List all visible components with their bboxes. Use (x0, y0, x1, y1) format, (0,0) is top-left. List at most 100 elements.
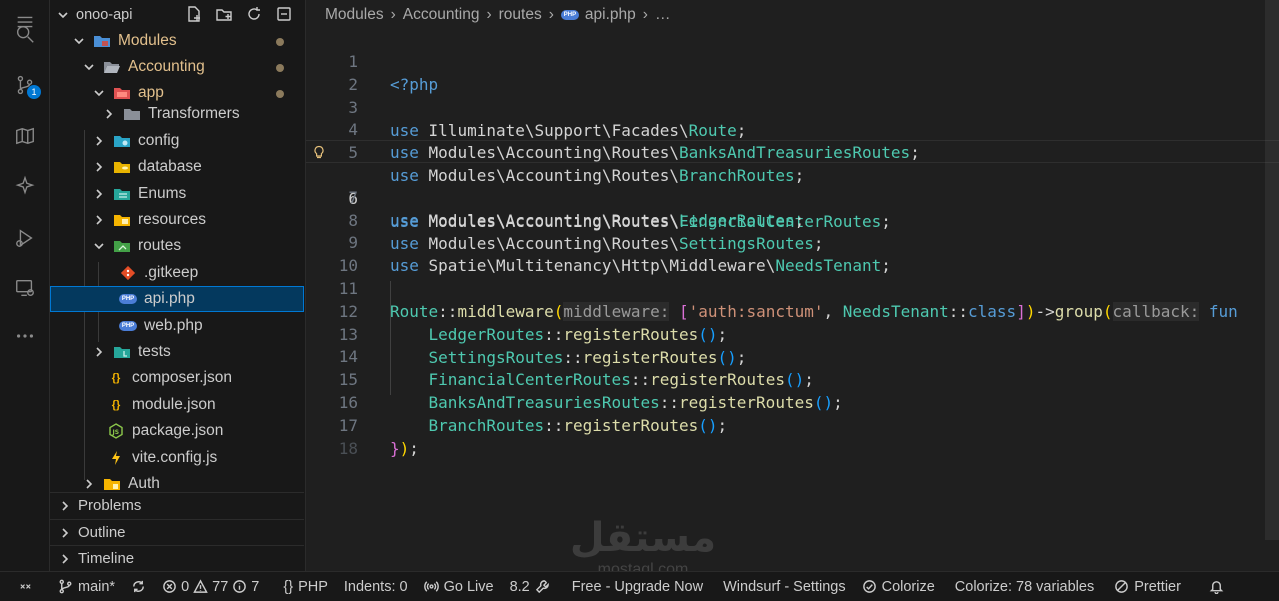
new-folder-icon[interactable] (213, 4, 235, 24)
problems-status[interactable]: 0 77 7 (154, 572, 267, 601)
map-icon[interactable] (13, 124, 37, 148)
new-file-icon[interactable] (183, 4, 205, 24)
tree-item-web-php[interactable]: PHP web.php (50, 313, 304, 339)
tree-item-vite-config[interactable]: vite.config.js (50, 445, 304, 471)
sparkle-icon[interactable] (13, 174, 37, 198)
tree-item-label: resources (138, 211, 207, 228)
chevron-right-icon: › (548, 6, 554, 23)
outline-panel-header[interactable]: Outline (50, 519, 304, 545)
panel-label: Outline (78, 524, 126, 541)
code-line: 11 Route::middleware(middleware: ['auth:… (306, 254, 1279, 321)
breadcrumb-item[interactable]: routes (499, 6, 542, 24)
remote-icon (19, 584, 31, 589)
tree-item-modules[interactable]: Modules (50, 28, 304, 54)
tree-item-label: web.php (144, 317, 203, 334)
lightbulb-icon[interactable] (312, 145, 326, 159)
tree-item-label: composer.json (132, 369, 232, 386)
bell-icon (1209, 581, 1224, 594)
chevron-right-icon (58, 526, 72, 540)
info-icon (233, 580, 247, 593)
tree-item-label: Auth (128, 475, 160, 492)
colorize-toggle[interactable]: Colorize (854, 572, 943, 601)
tree-item-enums[interactable]: Enums (50, 181, 304, 207)
scrollbar-thumb[interactable] (1265, 0, 1279, 540)
chevron-right-icon (102, 107, 116, 121)
tree-item-label: config (138, 132, 180, 149)
chevron-right-icon (92, 345, 106, 359)
remote-indicator[interactable] (0, 572, 50, 601)
upgrade-link[interactable]: Free - Upgrade Now (564, 572, 711, 601)
code-line: 12 LedgerRoutes::registerRoutes(); (306, 277, 1279, 344)
tree-item-config[interactable]: config (50, 128, 304, 154)
breadcrumb-item[interactable]: api.php (585, 6, 636, 24)
tree-item-routes[interactable]: routes (50, 233, 304, 259)
tree-item-label: Modules (118, 32, 177, 49)
code-line: 15 BanksAndTreasuriesRoutes::registerRou… (306, 345, 1279, 412)
chevron-right-icon (92, 134, 106, 148)
git-icon (118, 265, 138, 281)
tree-item-database[interactable]: database (50, 154, 304, 180)
explorer-sidebar: onoo-api Modules Accounting app Transfor… (50, 0, 306, 571)
more-icon[interactable] (13, 324, 37, 348)
tree-item-label: tests (138, 343, 171, 360)
code-line: 16 BranchRoutes::registerRoutes(); (306, 368, 1279, 435)
problems-panel-header[interactable]: Problems (50, 492, 304, 518)
refresh-icon[interactable] (243, 4, 265, 24)
warning-icon (193, 579, 208, 593)
svg-text:JS: JS (112, 429, 120, 436)
chevron-right-icon (92, 160, 106, 174)
sync-button[interactable] (123, 572, 154, 601)
windsurf-settings[interactable]: Windsurf - Settings (715, 572, 854, 601)
go-live-button[interactable]: Go Live (416, 572, 502, 601)
tree-item-tests[interactable]: tests (50, 339, 304, 365)
colorize-variables[interactable]: Colorize: 78 variables (947, 572, 1102, 601)
breadcrumb-item[interactable]: … (655, 6, 671, 24)
chevron-right-icon (58, 552, 72, 566)
folder-open-icon (102, 59, 122, 75)
vertical-scrollbar[interactable] (1265, 0, 1279, 571)
resources-folder-icon (112, 212, 132, 228)
code-line: 8 use Modules\Accounting\Routes\Settings… (306, 186, 1279, 253)
indentation-status[interactable]: Indents: 0 (336, 572, 416, 601)
notifications-button[interactable] (1201, 572, 1232, 601)
watermark-url: mostaql.com (597, 561, 689, 571)
tree-item-resources[interactable]: resources (50, 207, 304, 233)
tree-item-label: module.json (132, 396, 216, 413)
line-number: 18 (338, 439, 358, 458)
folder-icon (122, 106, 142, 122)
php-version[interactable]: 8.2 (502, 572, 558, 601)
code-line: 9 use Spatie\Multitenancy\Http\Middlewar… (306, 208, 1279, 275)
tree-item-accounting[interactable]: Accounting (50, 54, 304, 80)
language-mode[interactable]: {} PHP (275, 572, 336, 601)
breadcrumb-item[interactable]: Accounting (403, 6, 480, 24)
code-editor[interactable]: Modules › Accounting › routes › PHP api.… (306, 0, 1279, 571)
branch-name: main* (78, 578, 116, 595)
tree-item-api-php[interactable]: PHP api.php (50, 286, 304, 312)
code-line: 4 use Modules\Accounting\Routes\BanksAnd… (306, 95, 1279, 162)
tree-item-composer-json[interactable]: {} composer.json (50, 365, 304, 391)
panel-label: Timeline (78, 550, 135, 567)
tree-item-gitkeep[interactable]: .gitkeep (50, 260, 304, 286)
php-file-icon: PHP (118, 291, 138, 307)
run-debug-icon[interactable] (13, 226, 37, 250)
tree-item-package-json[interactable]: JS package.json (50, 418, 304, 444)
error-count: 0 (181, 578, 190, 595)
collapse-all-icon[interactable] (273, 4, 295, 24)
broadcast-icon (423, 581, 439, 592)
branch-status[interactable]: main* (50, 572, 123, 601)
code-line: 7 use Modules\Accounting\Routes\LedgerRo… (306, 163, 1279, 230)
source-control-icon[interactable]: 1 (13, 73, 41, 99)
prettier-status[interactable]: Prettier (1106, 572, 1189, 601)
tree-item-transformers[interactable]: Transformers (50, 101, 304, 127)
tree-item-module-json[interactable]: {} module.json (50, 392, 304, 418)
chevron-right-icon (82, 477, 96, 491)
error-icon (163, 580, 176, 593)
breadcrumb-item[interactable]: Modules (325, 6, 384, 24)
search-icon[interactable] (13, 22, 37, 46)
timeline-panel-header[interactable]: Timeline (50, 545, 304, 571)
tree-item-label: vite.config.js (132, 449, 218, 466)
chevron-right-icon: › (642, 6, 648, 23)
tree-item-label: Enums (138, 185, 187, 202)
remote-explorer-icon[interactable] (13, 276, 37, 300)
tree-item-label: package.json (132, 422, 224, 439)
